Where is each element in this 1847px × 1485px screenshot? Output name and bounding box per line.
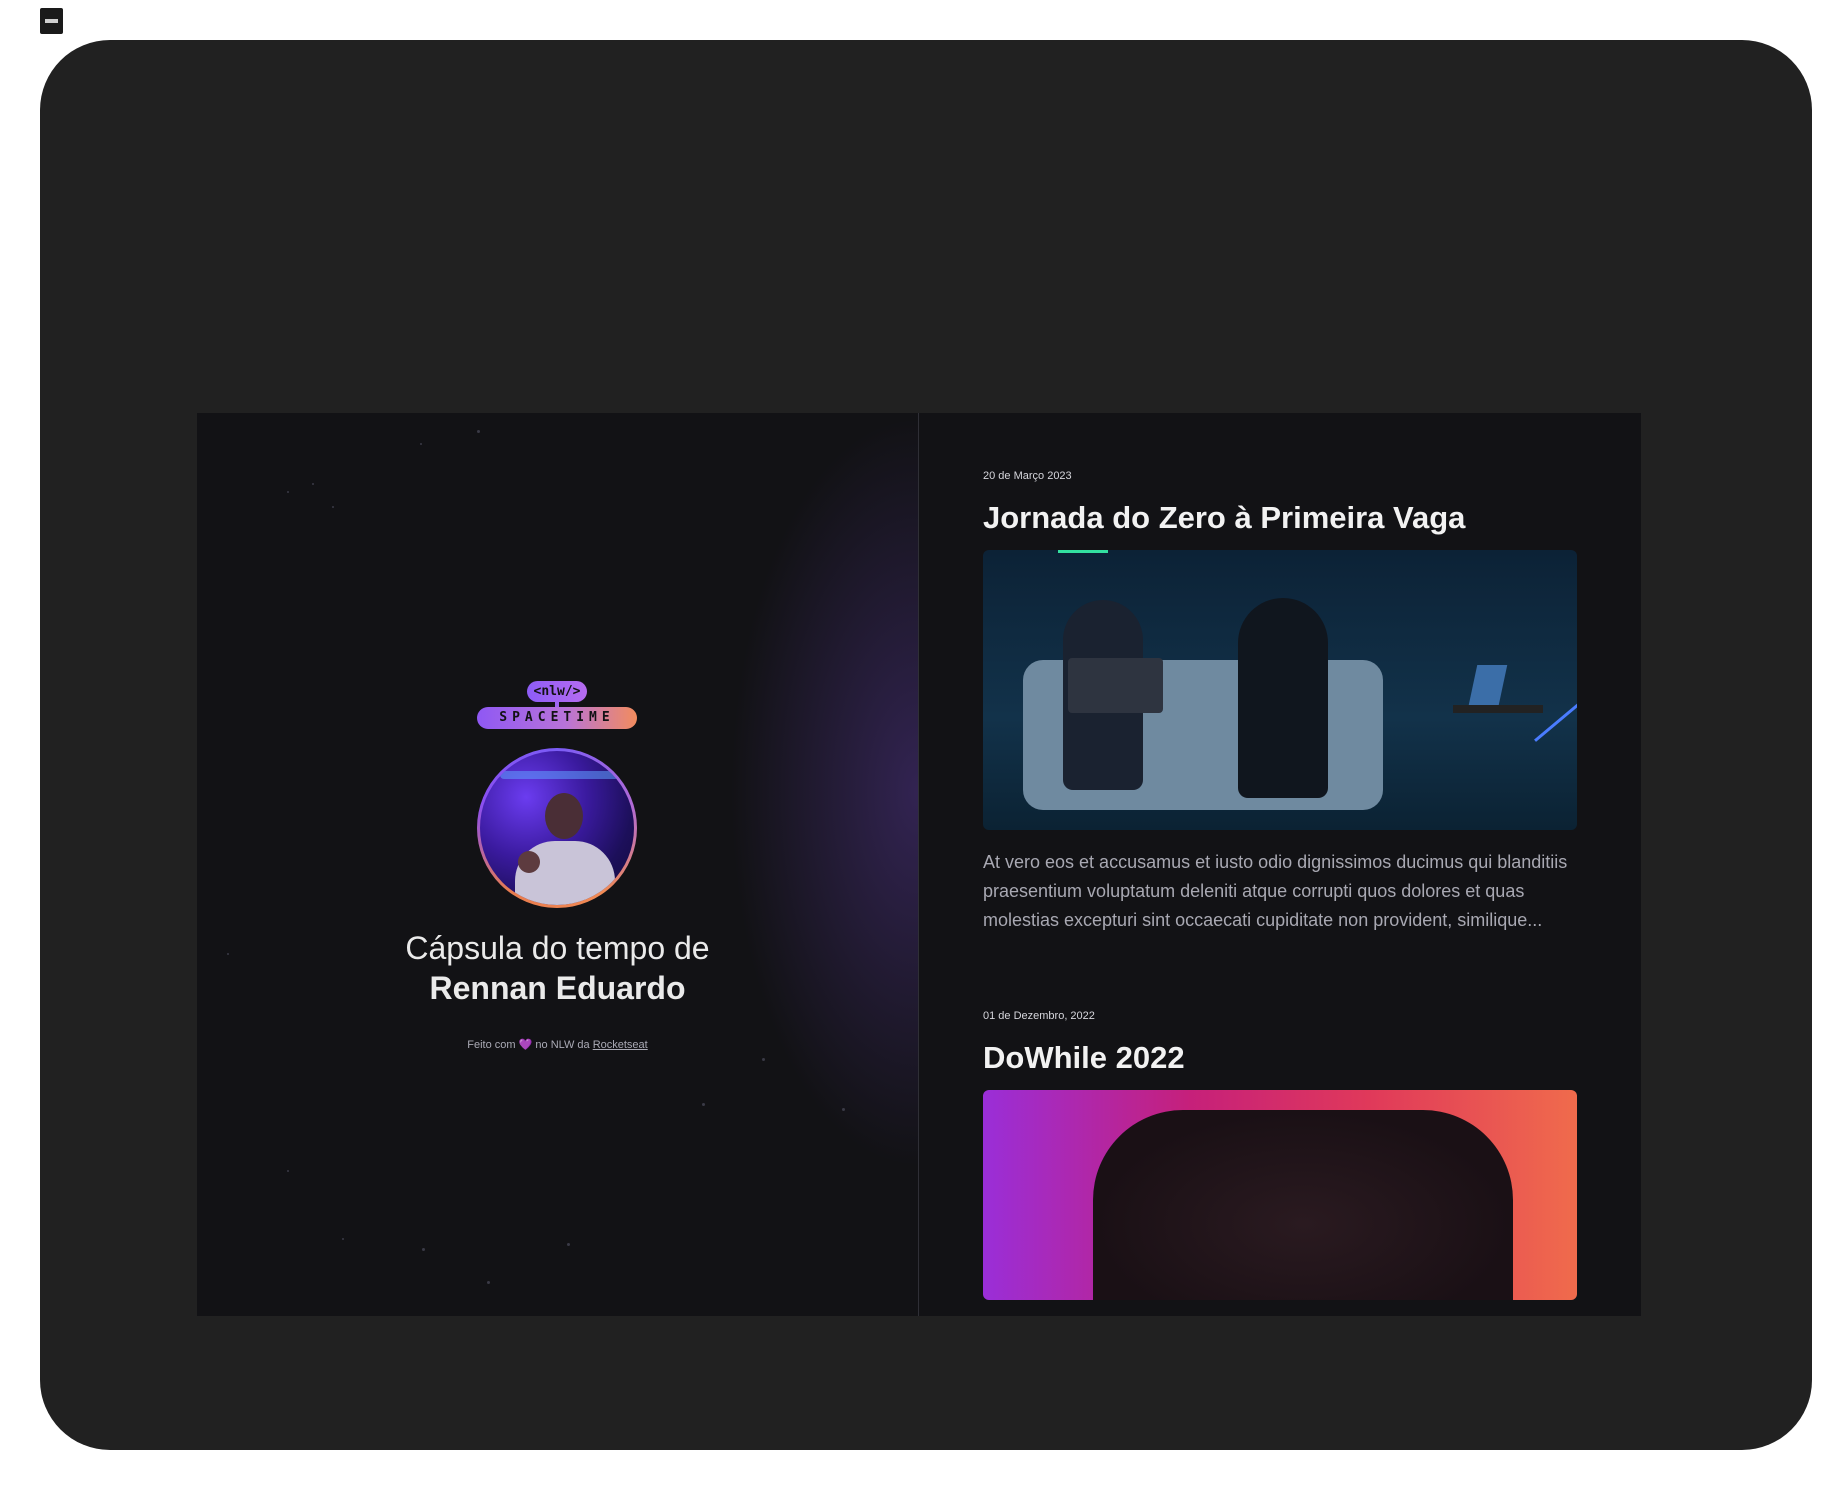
footer-credit: Feito com 💜 no NLW da Rocketseat (467, 1039, 648, 1051)
avatar[interactable] (477, 748, 637, 908)
profile-panel: <nlw/> SPACETIME Cápsula do tempo de Ren… (197, 413, 919, 1316)
memory-date: 20 de Março 2023 (983, 470, 1072, 482)
logo-wordmark: SPACETIME (477, 707, 637, 729)
spacetime-logo: <nlw/> SPACETIME (477, 681, 637, 737)
favicon-icon (40, 8, 63, 34)
memory-card: 20 de Março 2023 Jornada do Zero à Prime… (983, 470, 1577, 953)
logo-tag: <nlw/> (527, 681, 587, 702)
memory-card: 01 de Dezembro, 2022 DoWhile 2022 (983, 1010, 1577, 1300)
device-frame: <nlw/> SPACETIME Cápsula do tempo de Ren… (40, 40, 1812, 1450)
capsule-title: Cápsula do tempo de Rennan Eduardo (197, 928, 918, 1008)
memory-title: DoWhile 2022 (983, 1040, 1185, 1075)
memory-excerpt: At vero eos et accusamus et iusto odio d… (983, 852, 1568, 930)
memory-cover-image[interactable] (983, 1090, 1577, 1300)
capsule-title-line1: Cápsula do tempo de (405, 930, 710, 966)
avatar-photo (480, 751, 634, 905)
memory-date: 01 de Dezembro, 2022 (983, 1010, 1095, 1022)
memory-title: Jornada do Zero à Primeira Vaga (983, 500, 1466, 535)
capsule-owner-name: Rennan Eduardo (429, 970, 686, 1006)
rocketseat-link[interactable]: Rocketseat (593, 1039, 648, 1051)
heart-icon: 💜 (518, 1039, 533, 1051)
memory-cover-image[interactable] (983, 550, 1577, 830)
memories-feed[interactable]: 20 de Março 2023 Jornada do Zero à Prime… (919, 413, 1641, 1316)
app-window: <nlw/> SPACETIME Cápsula do tempo de Ren… (197, 413, 1641, 1316)
